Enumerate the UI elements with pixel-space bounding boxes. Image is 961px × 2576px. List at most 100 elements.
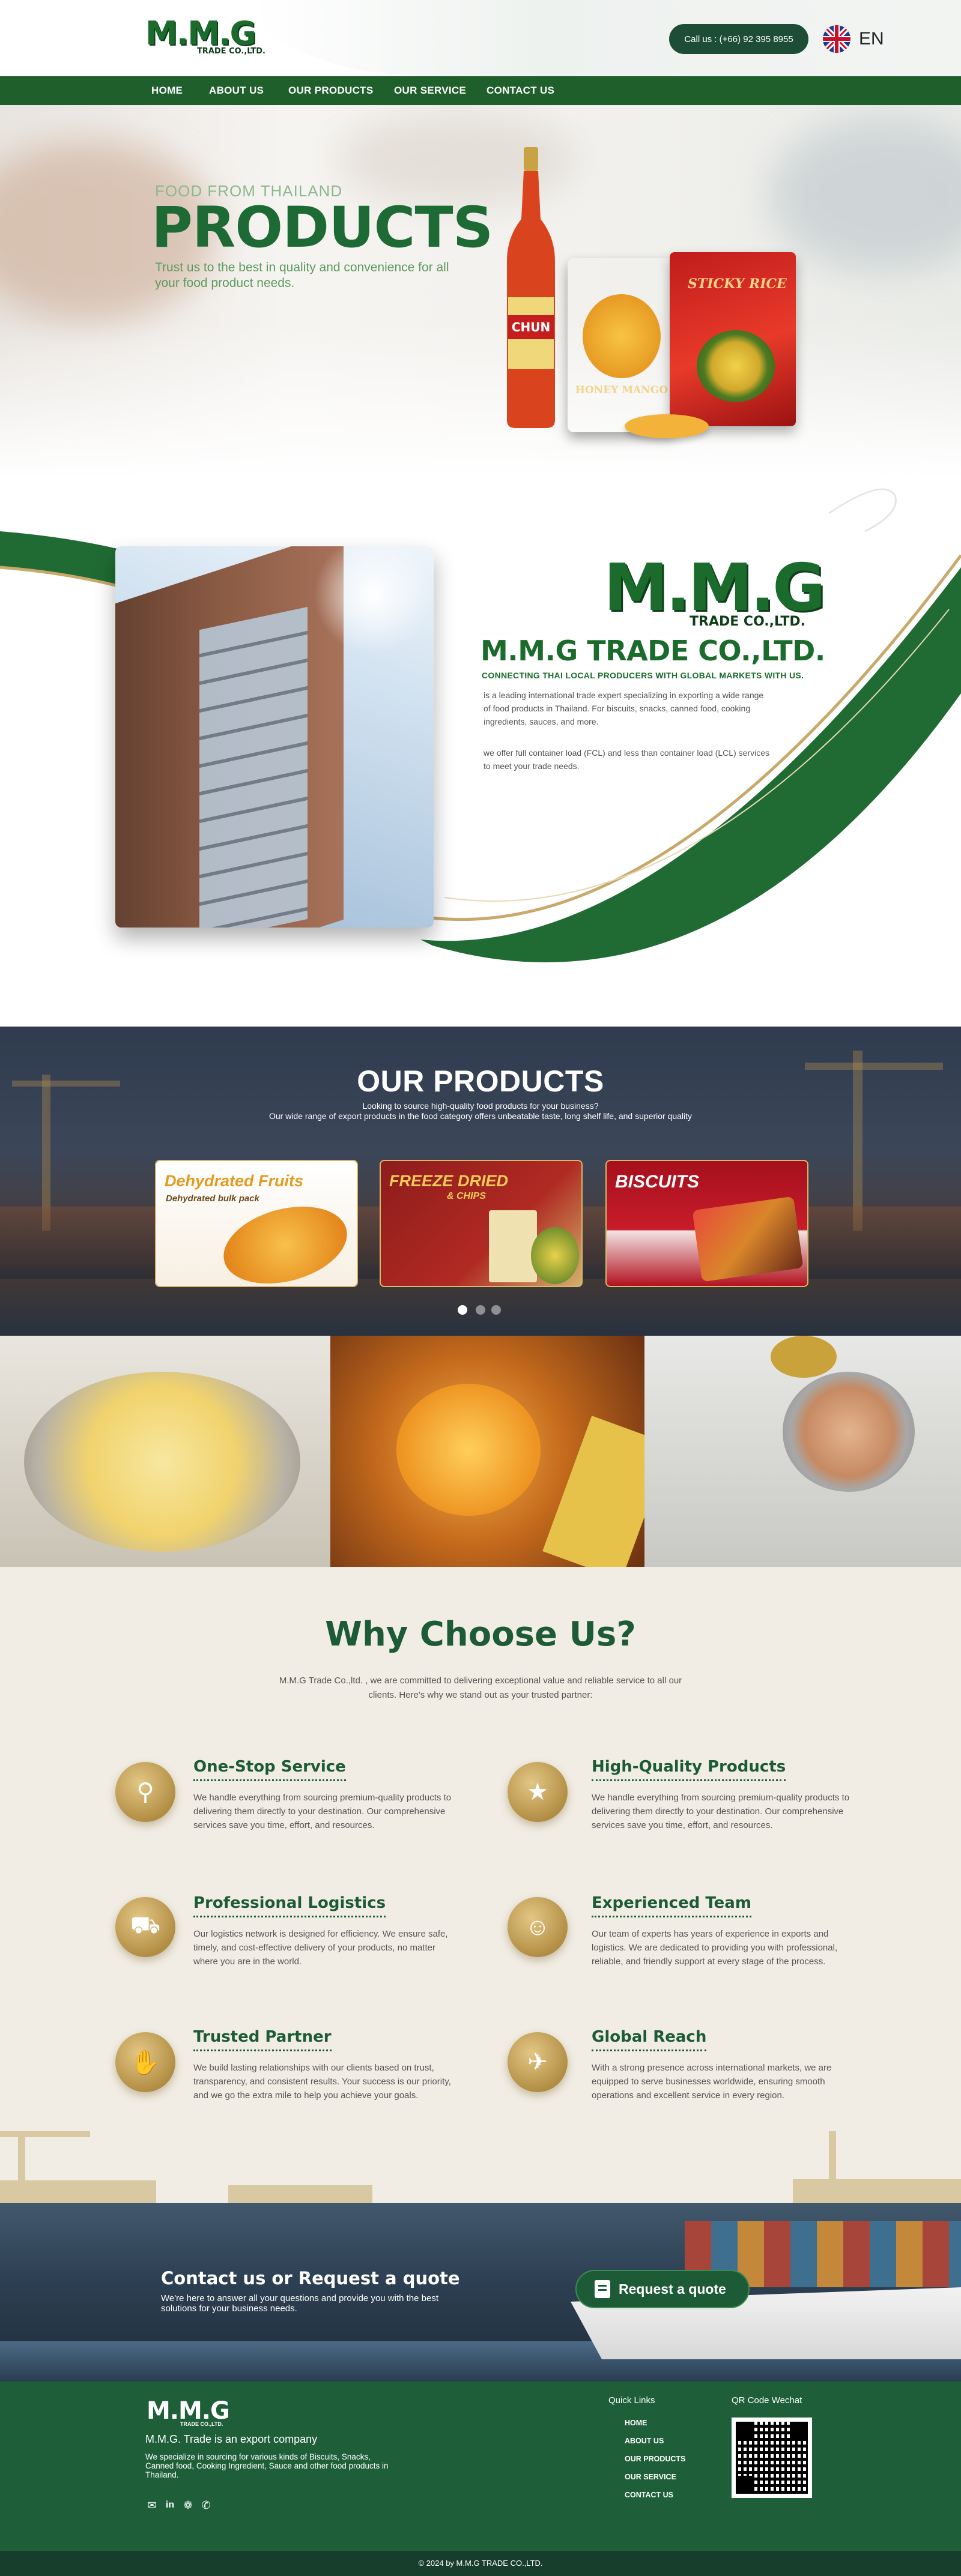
site-logo[interactable]: M.M.G TRADE CO.,LTD.	[145, 17, 265, 59]
uk-flag-icon[interactable]	[823, 25, 850, 53]
why-intro: M.M.G Trade Co.,ltd. , we are committed …	[279, 1676, 682, 1700]
dried-kiwi-graphic	[542, 1416, 644, 1567]
pack-label: STICKY RICE	[688, 276, 787, 292]
product-card-title: BISCUITS	[615, 1172, 700, 1192]
footer-link-contact-us[interactable]: CONTACT US	[625, 2491, 673, 2499]
nav-about-us[interactable]: ABOUT US	[209, 76, 264, 105]
qr-heading: QR Code Wechat	[732, 2395, 802, 2406]
request-quote-label: Request a quote	[619, 2281, 726, 2297]
ship-silhouette	[228, 2185, 372, 2203]
logo-subtext: TRADE CO.,LTD.	[196, 47, 265, 56]
product-card-freeze-dried[interactable]: FREEZE DRIED & CHIPS	[380, 1160, 583, 1287]
products-title: OUR PRODUCTS	[357, 1064, 604, 1098]
hero-title: PRODUCTS	[151, 195, 493, 261]
document-icon	[595, 2280, 610, 2298]
site-header: M.M.G TRADE CO.,LTD. Call us : (+66) 92 …	[0, 0, 961, 76]
about-tagline: CONNECTING THAI LOCAL PRODUCERS WITH GLO…	[482, 671, 804, 680]
call-us-button[interactable]: Call us : (+66) 92 395 8955	[669, 24, 808, 54]
site-footer: M.M.G TRADE CO.,LTD. M.M.G. Trade is an …	[0, 2381, 961, 2551]
dried-mango-graphic	[215, 1193, 356, 1286]
linkedin-icon[interactable]: in	[163, 2499, 177, 2512]
sticky-rice-pack-image: STICKY RICE	[670, 252, 796, 426]
product-card-title: FREEZE DRIED	[389, 1172, 509, 1190]
dried-fruit-photo	[330, 1336, 644, 1567]
carousel-dot[interactable]	[491, 1305, 501, 1315]
why-title: Why Choose Us?	[325, 1615, 636, 1654]
ship-silhouette	[793, 2179, 961, 2203]
footer-description: We specialize in sourcing for various ki…	[145, 2452, 389, 2479]
footer-link-our-products[interactable]: OUR PRODUCTS	[625, 2455, 685, 2463]
ship-silhouette	[0, 2180, 156, 2203]
box-star-icon: ★	[508, 1762, 568, 1822]
footer-link-about-us[interactable]: ABOUT US	[625, 2437, 664, 2445]
feature-title: Experienced Team	[592, 1894, 751, 1917]
canned-fish-photo	[644, 1336, 961, 1567]
bottle-label: CHUN	[512, 320, 550, 334]
copyright-bar: © 2024 by M.M.G TRADE CO.,LTD.	[0, 2551, 961, 2576]
about-title: M.M.G TRADE CO.,LTD.	[480, 635, 825, 667]
product-card-subtitle: & CHIPS	[447, 1191, 486, 1201]
nav-our-products[interactable]: OUR PRODUCTS	[288, 76, 374, 105]
handshake-icon: ✋	[115, 2032, 175, 2092]
sardine-can-graphic	[783, 1372, 915, 1492]
building-windows	[199, 606, 308, 928]
feature-title: Trusted Partner	[193, 2028, 332, 2051]
chips-bag-graphic	[489, 1210, 537, 1282]
feature-title: Professional Logistics	[193, 1894, 386, 1917]
cta-section: Contact us or Request a quote We're here…	[0, 2203, 961, 2381]
company-building-image	[115, 546, 434, 928]
feature-title: One-Stop Service	[193, 1758, 346, 1781]
carousel-dot[interactable]	[476, 1305, 485, 1315]
hero-fade	[0, 321, 961, 477]
feature-text: We build lasting relationships with our …	[193, 2063, 451, 2101]
feature-text: Our team of experts has years of experie…	[592, 1929, 838, 1967]
whatsapp-icon[interactable]: ✆	[199, 2499, 213, 2512]
nav-contact-us[interactable]: CONTACT US	[487, 76, 554, 105]
cta-title: Contact us or Request a quote	[161, 2268, 460, 2288]
footer-logo-text[interactable]: M.M.G	[147, 2398, 230, 2424]
footer-logo-subtext: TRADE CO.,LTD.	[180, 2421, 223, 2427]
sauce-bottle-image: CHUN	[501, 147, 561, 429]
hero-text: Trust us to the best in quality and conv…	[155, 261, 449, 290]
pack-label: HONEY MANGO	[575, 384, 668, 396]
about-logo-subtext: TRADE CO.,LTD.	[690, 614, 806, 629]
language-selector[interactable]: EN	[859, 29, 884, 49]
globe-plane-icon: ✈	[508, 2032, 568, 2092]
feature-text: We handle everything from sourcing premi…	[592, 1793, 850, 1830]
products-subtitle-1: Looking to source high-quality food prod…	[362, 1101, 599, 1111]
main-nav: HOME ABOUT US OUR PRODUCTS OUR SERVICE C…	[0, 76, 961, 105]
wechat-qr-code	[732, 2418, 812, 2498]
hero-bg-blur	[769, 117, 961, 273]
nav-home[interactable]: HOME	[151, 76, 183, 105]
carousel-dot-active[interactable]	[458, 1305, 467, 1315]
our-products-section: OUR PRODUCTS Looking to source high-qual…	[0, 1027, 961, 1336]
durian-graphic	[531, 1227, 579, 1284]
feature-text: With a strong presence across internatio…	[592, 2063, 832, 2101]
cta-text: We're here to answer all your questions …	[161, 2293, 439, 2314]
chips-bowl-graphic	[24, 1372, 300, 1552]
biscuit-box-graphic	[692, 1196, 804, 1282]
why-choose-us-section: Why Choose Us? M.M.G Trade Co.,ltd. , we…	[0, 1567, 961, 2203]
hero-banner: FOOD FROM THAILAND PRODUCTS Trust us to …	[0, 105, 961, 477]
email-icon[interactable]: ✉	[145, 2499, 159, 2512]
header-swoosh	[252, 0, 961, 76]
feature-text: Our logistics network is designed for ef…	[193, 1929, 448, 1967]
products-subtitle-2: Our wide range of export products in the…	[268, 1111, 693, 1121]
nav-our-service[interactable]: OUR SERVICE	[394, 76, 466, 105]
request-quote-button[interactable]: Request a quote	[575, 2270, 750, 2308]
footer-link-our-service[interactable]: OUR SERVICE	[625, 2473, 676, 2481]
feature-title: High-Quality Products	[592, 1758, 786, 1781]
page: M.M.G TRADE CO.,LTD. Call us : (+66) 92 …	[0, 0, 961, 2576]
product-card-title: Dehydrated Fruits	[165, 1172, 304, 1190]
location-pin-icon: ⚲	[115, 1762, 175, 1822]
about-section: M.M.G TRADE CO.,LTD. M.M.G TRADE CO.,LTD…	[0, 477, 961, 1027]
product-card-dehydrated-fruits[interactable]: Dehydrated Fruits Dehydrated bulk pack	[155, 1160, 358, 1287]
delivery-person-icon: ⛟	[115, 1897, 175, 1957]
footer-link-home[interactable]: HOME	[625, 2419, 647, 2427]
crane-silhouette	[0, 2131, 90, 2137]
wechat-icon[interactable]: ❁	[181, 2499, 195, 2512]
can-lid-graphic	[771, 1336, 837, 1378]
product-card-biscuits[interactable]: BISCUITS	[605, 1160, 808, 1287]
feature-text: We handle everything from sourcing premi…	[193, 1793, 452, 1830]
team-icon: ☺	[508, 1897, 568, 1957]
